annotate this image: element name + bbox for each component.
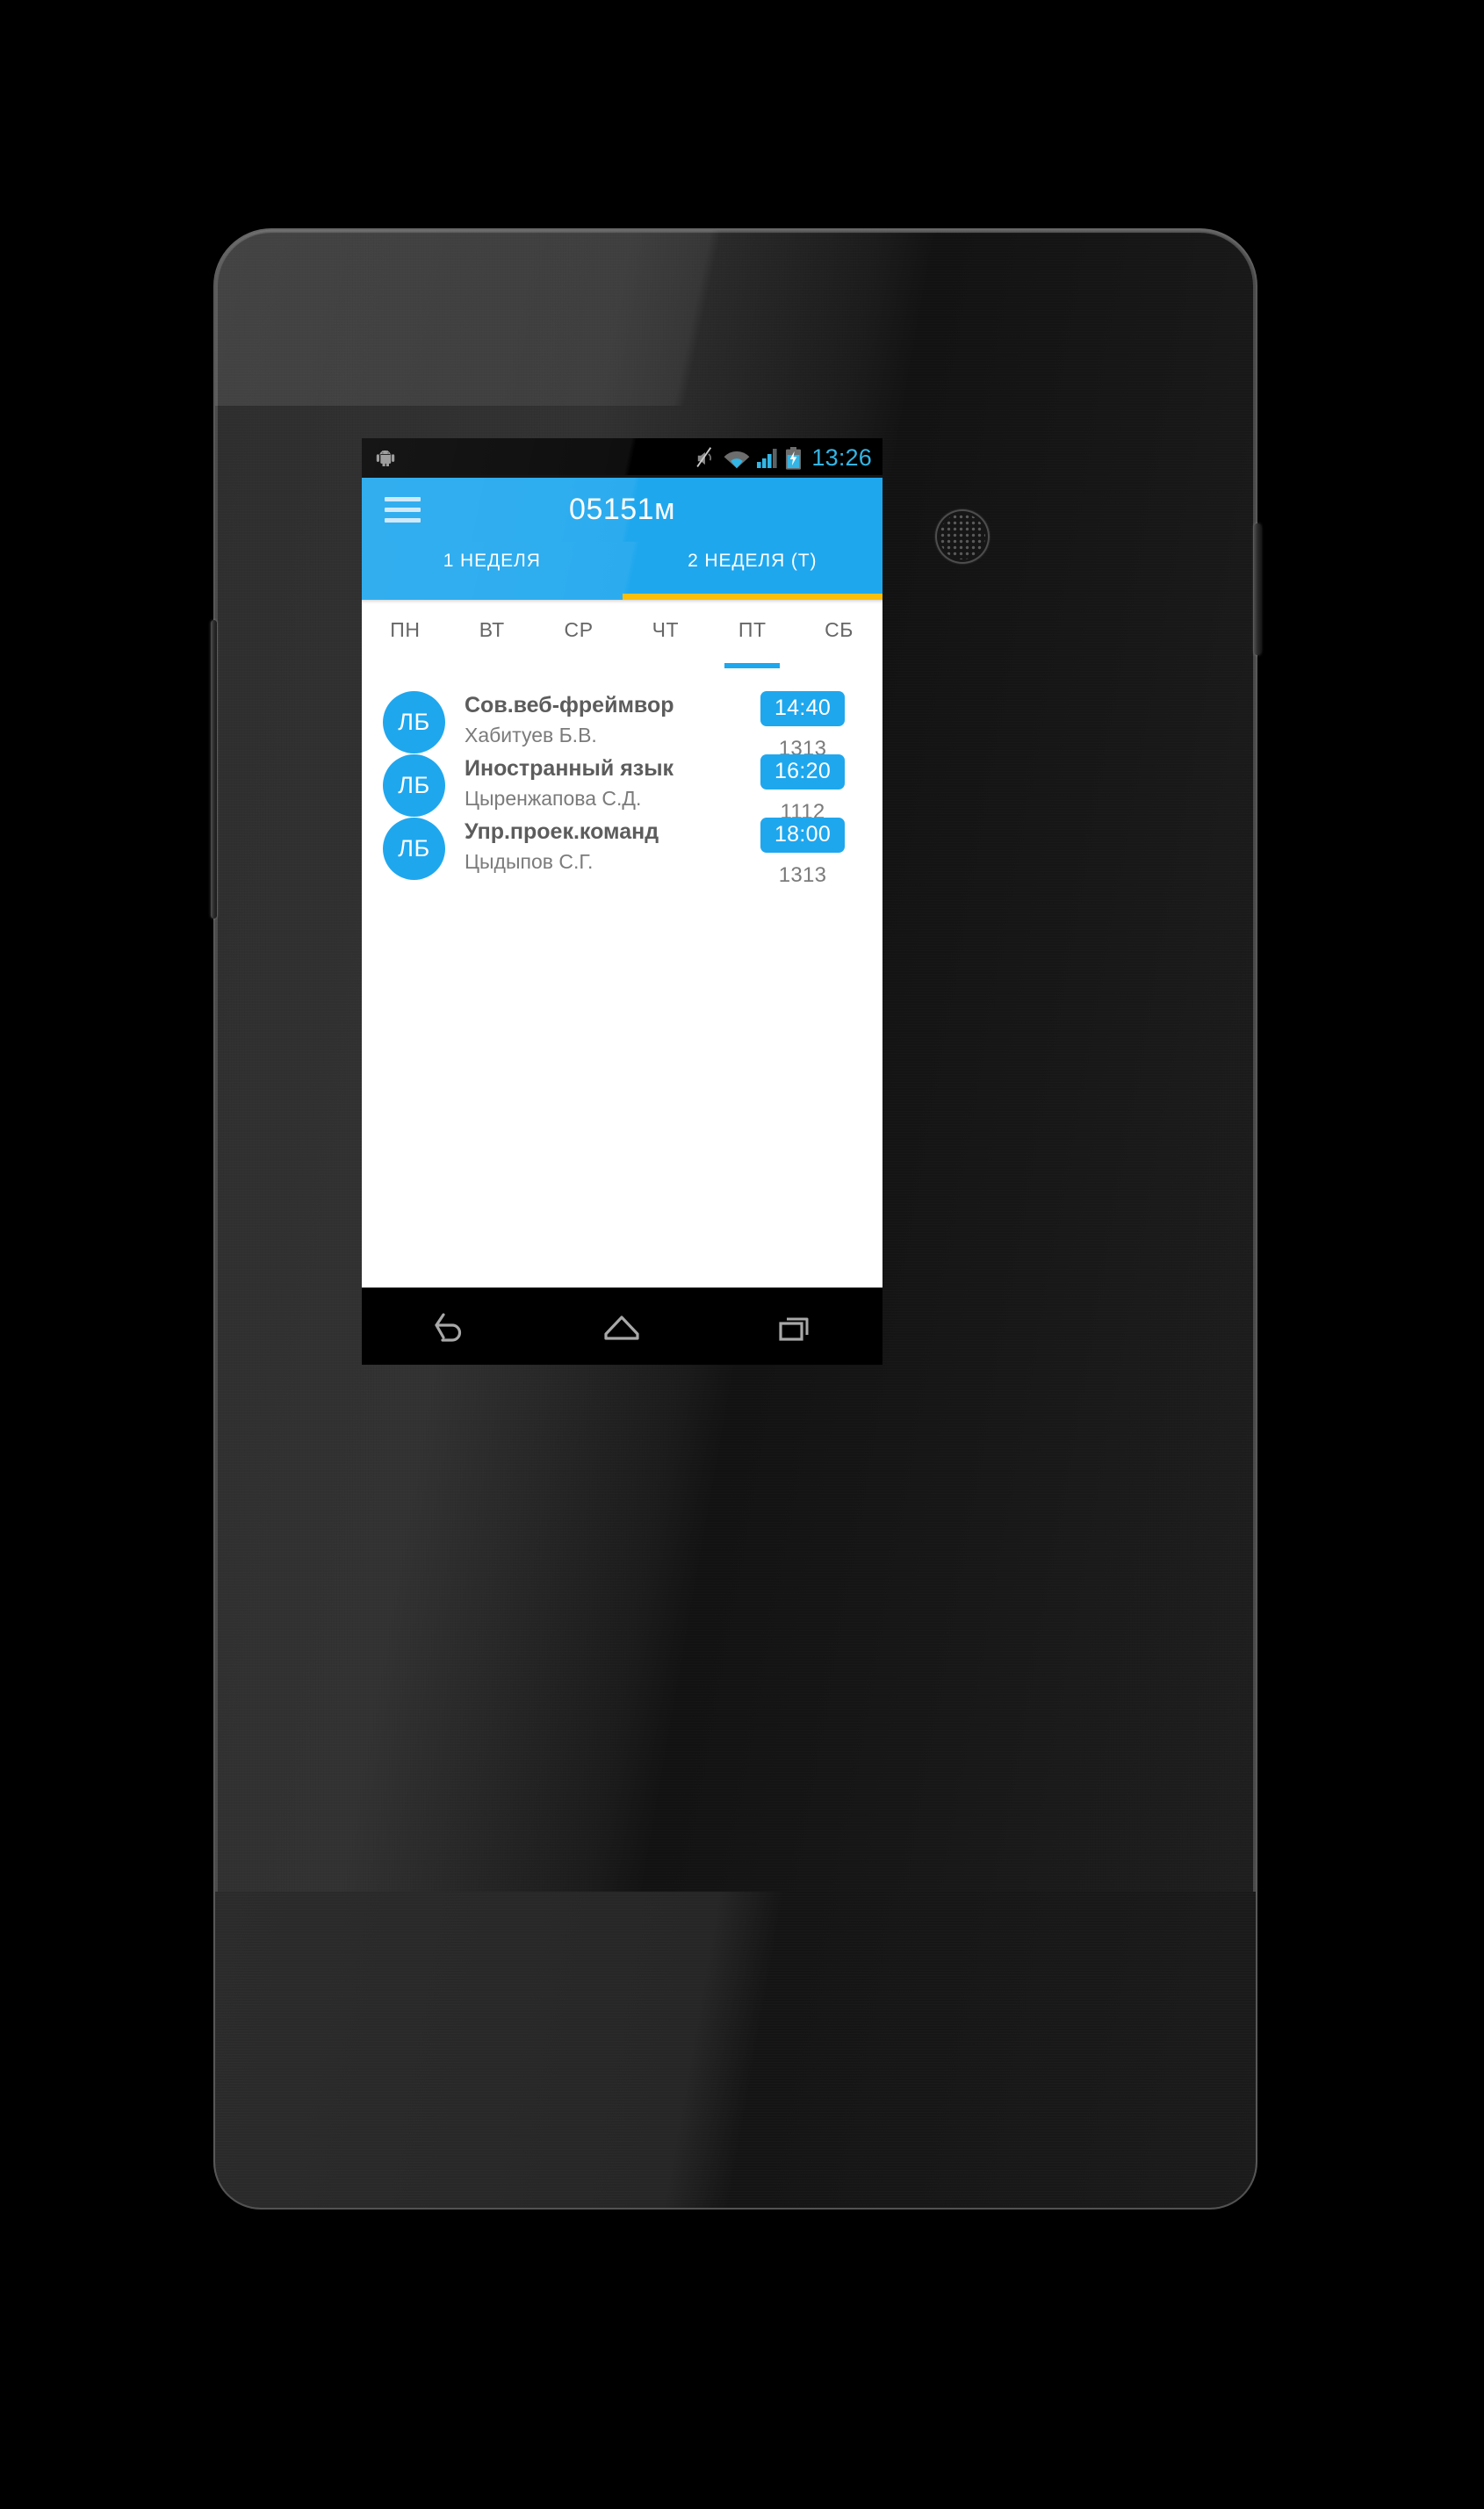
- lesson-teacher: Цыдыпов С.Г.: [465, 850, 594, 873]
- week-tab-bar: 1 НЕДЕЛЯ 2 НЕДЕЛЯ (Т): [362, 542, 882, 600]
- tab-week-2-indicator: [622, 594, 882, 600]
- app-action-bar: 05151м: [362, 478, 882, 542]
- lesson-title: Иностранный язык: [465, 756, 674, 781]
- lesson-room: 1313: [778, 863, 827, 887]
- hamburger-line: [385, 497, 421, 501]
- day-tab-thu-indicator: [638, 663, 693, 668]
- bottom-bezel: [215, 1892, 1256, 2208]
- body-gloss: [215, 230, 1256, 406]
- page-title: 05151м: [569, 493, 675, 526]
- day-tab-mon[interactable]: ПН: [362, 604, 449, 668]
- lesson-info: Упр.проек.команд Цыдыпов С.Г.: [445, 818, 738, 873]
- battery-charging-icon: [786, 446, 802, 470]
- lesson-time-badge: 18:00: [760, 818, 846, 853]
- day-tab-fri-indicator: [724, 663, 781, 668]
- day-tab-sat-indicator: [811, 663, 867, 668]
- day-tab-wed-indicator: [551, 663, 606, 668]
- list-item[interactable]: ЛБ Сов.веб-фреймвор Хабитуев Б.В. 14:40 …: [362, 677, 882, 761]
- lesson-type-badge: ЛБ: [383, 818, 445, 880]
- day-tab-tue-label: ВТ: [479, 618, 505, 641]
- recent-apps-icon: [779, 1317, 809, 1341]
- signal-bars-icon: [757, 448, 778, 468]
- power-button[interactable]: [1254, 523, 1261, 655]
- hamburger-line: [385, 518, 421, 523]
- android-status-bar: 13:26: [362, 438, 882, 478]
- home-button[interactable]: [569, 1288, 674, 1366]
- speaker-mesh: [940, 514, 985, 559]
- home-icon: [604, 1315, 640, 1340]
- lesson-time-badge: 16:20: [760, 754, 846, 789]
- day-tab-fri-label: ПТ: [738, 618, 767, 641]
- lesson-time-badge: 14:40: [760, 691, 846, 726]
- wifi-icon: [724, 451, 750, 468]
- lesson-list: ЛБ Сов.веб-фреймвор Хабитуев Б.В. 14:40 …: [362, 668, 882, 887]
- day-selector: ПН ВТ СР ЧТ ПТ СБ: [362, 604, 882, 668]
- action-bar-gloss: [362, 478, 882, 542]
- day-tab-tue[interactable]: ВТ: [449, 604, 536, 668]
- status-bar-left: [374, 450, 695, 466]
- day-tab-tue-indicator: [465, 663, 520, 668]
- lesson-info: Сов.веб-фреймвор Хабитуев Б.В.: [445, 691, 738, 746]
- screenshot-stage: 13:26 05151м 1 НЕДЕЛЯ 2 НЕДЕЛЯ (Т) ПН ВТ…: [0, 0, 1484, 2509]
- lesson-meta: 18:00 1313: [738, 818, 867, 888]
- volume-rocker-button[interactable]: [211, 620, 217, 919]
- hamburger-line: [385, 508, 421, 512]
- hamburger-menu-icon[interactable]: [385, 497, 423, 523]
- phone-screen: 13:26 05151м 1 НЕДЕЛЯ 2 НЕДЕЛЯ (Т) ПН ВТ…: [362, 438, 882, 1365]
- recents-button[interactable]: [743, 1288, 848, 1366]
- day-tab-wed[interactable]: СР: [536, 604, 623, 668]
- tab-week-2[interactable]: 2 НЕДЕЛЯ (Т): [622, 542, 882, 600]
- day-tab-fri[interactable]: ПТ: [709, 604, 796, 668]
- day-tab-thu[interactable]: ЧТ: [622, 604, 709, 668]
- tab-week-2-label: 2 НЕДЕЛЯ (Т): [688, 551, 818, 571]
- list-item[interactable]: ЛБ Упр.проек.команд Цыдыпов С.Г. 18:00 1…: [362, 804, 882, 887]
- android-logo-icon: [376, 450, 395, 466]
- phone-device: 13:26 05151м 1 НЕДЕЛЯ 2 НЕДЕЛЯ (Т) ПН ВТ…: [215, 230, 1256, 2208]
- tab-week-1[interactable]: 1 НЕДЕЛЯ: [362, 542, 623, 600]
- back-button[interactable]: [396, 1288, 501, 1366]
- day-tab-sat-label: СБ: [825, 618, 854, 641]
- tab-week-1-label: 1 НЕДЕЛЯ: [443, 551, 541, 571]
- android-navigation-bar: [362, 1287, 882, 1365]
- day-tab-thu-label: ЧТ: [652, 618, 680, 641]
- lesson-title: Упр.проек.команд: [465, 819, 659, 844]
- status-bar-clock: 13:26: [811, 444, 872, 471]
- tab-week-1-indicator: [362, 594, 623, 600]
- lesson-title: Сов.веб-фреймвор: [465, 693, 674, 717]
- volume-muted-icon: [696, 446, 712, 467]
- day-tab-mon-label: ПН: [390, 618, 421, 641]
- lesson-info: Иностранный язык Цыренжапова С.Д.: [445, 754, 738, 810]
- list-item[interactable]: ЛБ Иностранный язык Цыренжапова С.Д. 16:…: [362, 740, 882, 824]
- day-tab-sat[interactable]: СБ: [796, 604, 882, 668]
- earpiece-speaker-icon: [935, 509, 990, 564]
- status-bar-right: 13:26: [695, 446, 872, 470]
- back-arrow-icon: [434, 1312, 461, 1342]
- day-tab-wed-label: СР: [564, 618, 594, 641]
- day-tab-mon-indicator: [378, 663, 433, 668]
